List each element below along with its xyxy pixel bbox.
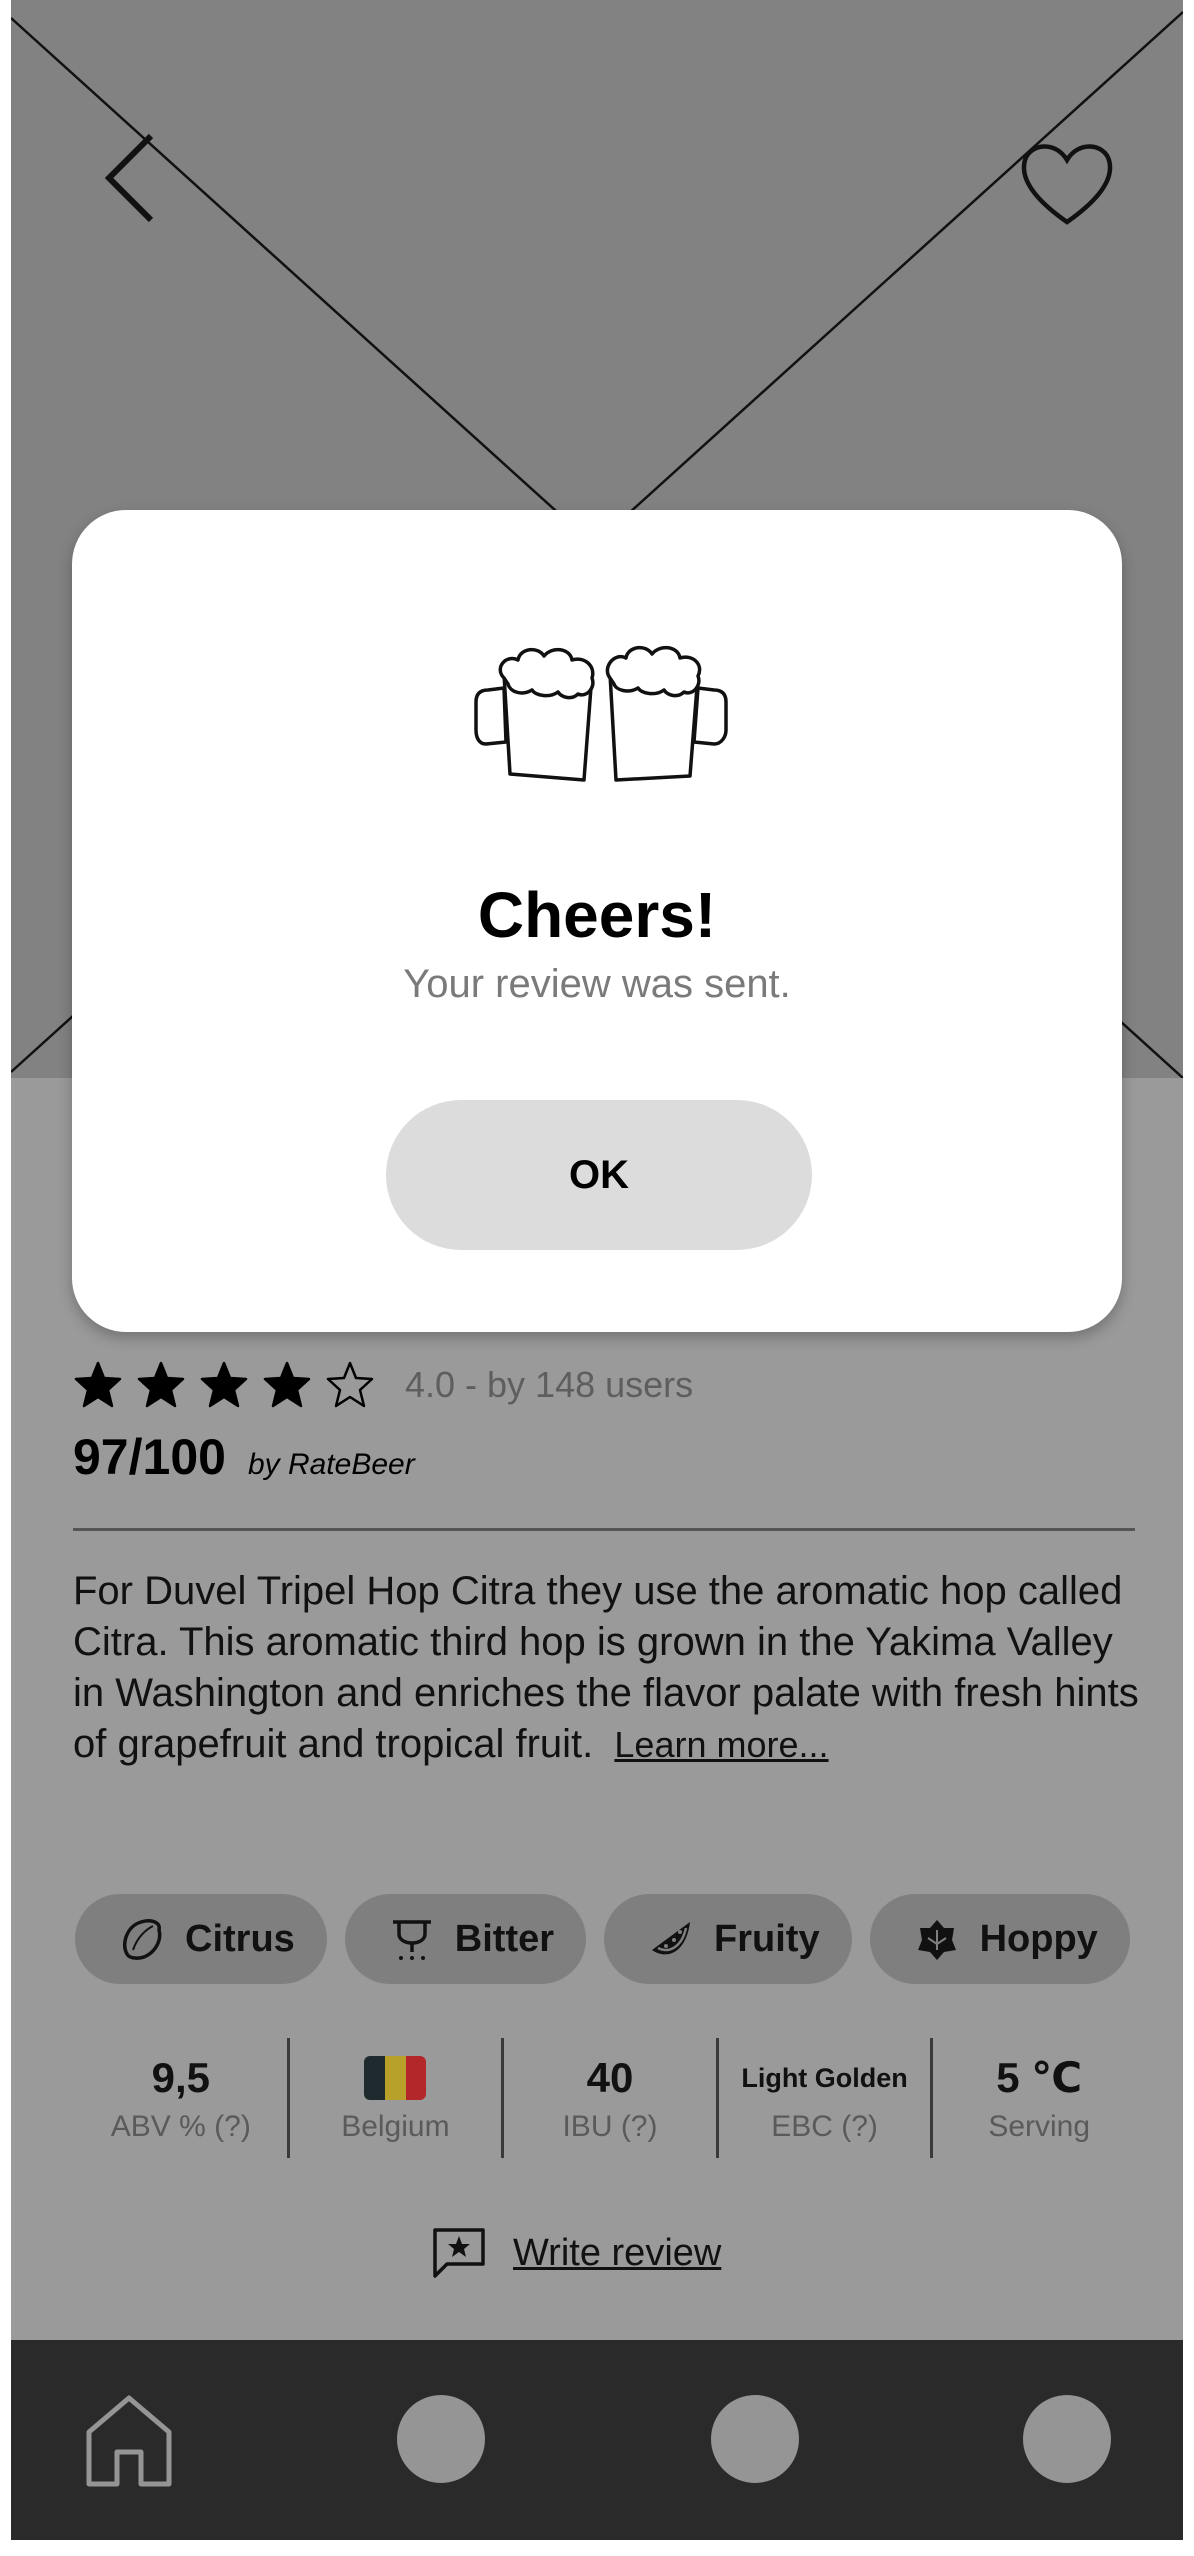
learn-more-link[interactable]: Learn more...	[614, 1724, 828, 1765]
star-rating	[73, 1360, 375, 1410]
flag-stripe	[405, 2056, 427, 2100]
write-review-button[interactable]: Write review	[431, 2226, 721, 2280]
review-sent-dialog: Cheers! Your review was sent. OK	[72, 510, 1122, 1332]
tag-label: Citrus	[185, 1917, 295, 1960]
rating-text: 4.0 - by 148 users	[405, 1364, 694, 1405]
star-filled-icon	[200, 1361, 248, 1408]
stat-value: 5 ℃	[996, 2054, 1083, 2101]
watermelon-icon	[652, 1922, 691, 1955]
back-button[interactable]	[89, 128, 169, 228]
stat-label: Belgium	[341, 2110, 450, 2143]
user-rating: 4.0 - by 148 users	[73, 1355, 693, 1415]
tag-fruity[interactable]: Fruity	[604, 1894, 852, 1984]
stat-label: Serving	[988, 2110, 1091, 2143]
tag-bitter[interactable]: Bitter	[344, 1894, 587, 1984]
stat-value: 40	[586, 2054, 634, 2101]
stat-abv[interactable]: 9,5 ABV % (?)	[75, 2038, 290, 2158]
stat-label: IBU (?)	[562, 2110, 658, 2143]
star-message-icon	[433, 2228, 485, 2278]
bitter-icon	[392, 1920, 431, 1960]
dialog-subtitle: Your review was sent.	[403, 962, 791, 1006]
nav-item-4[interactable]	[1023, 2395, 1111, 2483]
tag-citrus[interactable]: Citrus	[75, 1894, 327, 1984]
tag-label: Fruity	[714, 1917, 820, 1960]
nav-item-3[interactable]	[711, 2395, 799, 2483]
heart-icon	[1021, 144, 1113, 225]
nav-item-2[interactable]	[397, 2395, 485, 2483]
beer-mugs-cheers-icon	[474, 645, 728, 782]
tag-hoppy[interactable]: Hoppy	[869, 1894, 1130, 1984]
star-filled-icon	[137, 1361, 185, 1408]
dialog-title: Cheers!	[477, 879, 717, 951]
chevron-left-icon	[104, 133, 154, 223]
beer-stats: 9,5 ABV % (?) Belgium 40 IBU (?) Light G…	[75, 2038, 1145, 2158]
star-empty-icon	[326, 1361, 374, 1408]
score-source: by RateBeer	[247, 1448, 415, 1481]
belgium-flag-icon	[364, 2056, 427, 2100]
star-filled-icon	[263, 1361, 311, 1408]
tag-label: Hoppy	[979, 1917, 1098, 1960]
description-text: For Duvel Tripel Hop Citra they use the …	[73, 1569, 1139, 1766]
nav-home[interactable]	[83, 2392, 175, 2488]
stat-value: Light Golden	[741, 2063, 908, 2093]
lemon-icon	[122, 1919, 162, 1960]
favorite-button[interactable]	[1017, 136, 1117, 232]
home-icon	[86, 2395, 172, 2487]
stat-label: EBC (?)	[771, 2110, 878, 2143]
stat-label: ABV % (?)	[110, 2110, 251, 2143]
hop-icon	[917, 1920, 956, 1960]
tag-label: Bitter	[454, 1917, 555, 1960]
ok-button[interactable]: OK	[386, 1100, 812, 1250]
critic-score: 97/100 by RateBeer	[73, 1428, 415, 1486]
flag-stripe	[364, 2056, 386, 2100]
stat-country: Belgium	[290, 2038, 505, 2158]
stat-serving: 5 ℃ Serving	[933, 2038, 1145, 2158]
divider	[73, 1528, 1135, 1531]
flavor-tags: Citrus Bitter Fruity Hoppy	[75, 1894, 1130, 1984]
flag-stripe	[385, 2056, 406, 2100]
bottom-navigation	[11, 2340, 1183, 2540]
stat-ibu[interactable]: 40 IBU (?)	[504, 2038, 719, 2158]
score-value: 97/100	[73, 1429, 226, 1485]
stat-value: 9,5	[151, 2054, 210, 2101]
star-filled-icon	[74, 1361, 122, 1408]
stat-ebc[interactable]: Light Golden EBC (?)	[719, 2038, 934, 2158]
write-review-label: Write review	[513, 2231, 722, 2274]
beer-description: For Duvel Tripel Hop Citra they use the …	[73, 1566, 1153, 1770]
